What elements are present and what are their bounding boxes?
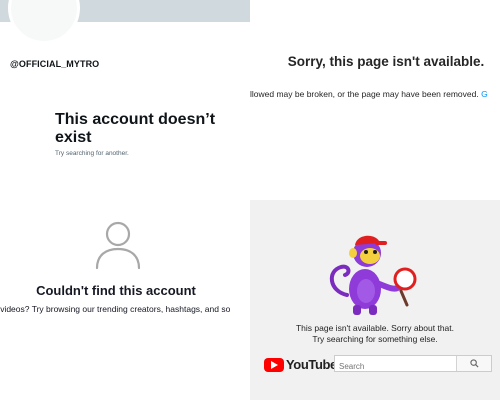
search-button[interactable]: [456, 356, 491, 371]
page-unavailable-message: llowed may be broken, or the page may ha…: [250, 89, 488, 99]
instagram-not-found-panel: Sorry, this page isn't available. llowed…: [250, 0, 500, 200]
monkey-magnifier-illustration: [330, 235, 417, 315]
person-outline-icon: [95, 221, 141, 270]
browse-suggestion-text: r videos? Try browsing our trending crea…: [0, 304, 231, 314]
search-input[interactable]: [335, 359, 457, 374]
profile-handle: @OFFICIAL_MYTRO: [10, 59, 100, 69]
youtube-logo[interactable]: YouTube: [264, 357, 337, 372]
youtube-not-found-panel: This page isn't available. Sorry about t…: [250, 200, 500, 400]
go-back-link[interactable]: G: [481, 89, 488, 99]
page-unavailable-text: llowed may be broken, or the page may ha…: [250, 89, 479, 99]
unavailable-message: This page isn't available. Sorry about t…: [295, 323, 455, 333]
twitter-not-found-panel: @OFFICIAL_MYTRO This account doesn’t exi…: [0, 0, 250, 200]
tiktok-not-found-panel: Couldn't find this account r videos? Try…: [0, 200, 250, 400]
search-bar: [334, 355, 492, 374]
account-missing-heading: This account doesn’t exist: [55, 111, 216, 146]
play-button-icon: [264, 357, 284, 372]
logo-wordmark: YouTube: [286, 357, 337, 372]
avatar: [8, 0, 80, 44]
page-unavailable-heading: Sorry, this page isn't available.: [287, 54, 485, 69]
search-hint: Try searching for another.: [55, 150, 129, 157]
search-icon: [469, 359, 479, 368]
account-not-found-heading: Couldn't find this account: [36, 283, 196, 298]
search-suggestion: Try searching for something else.: [312, 334, 438, 344]
